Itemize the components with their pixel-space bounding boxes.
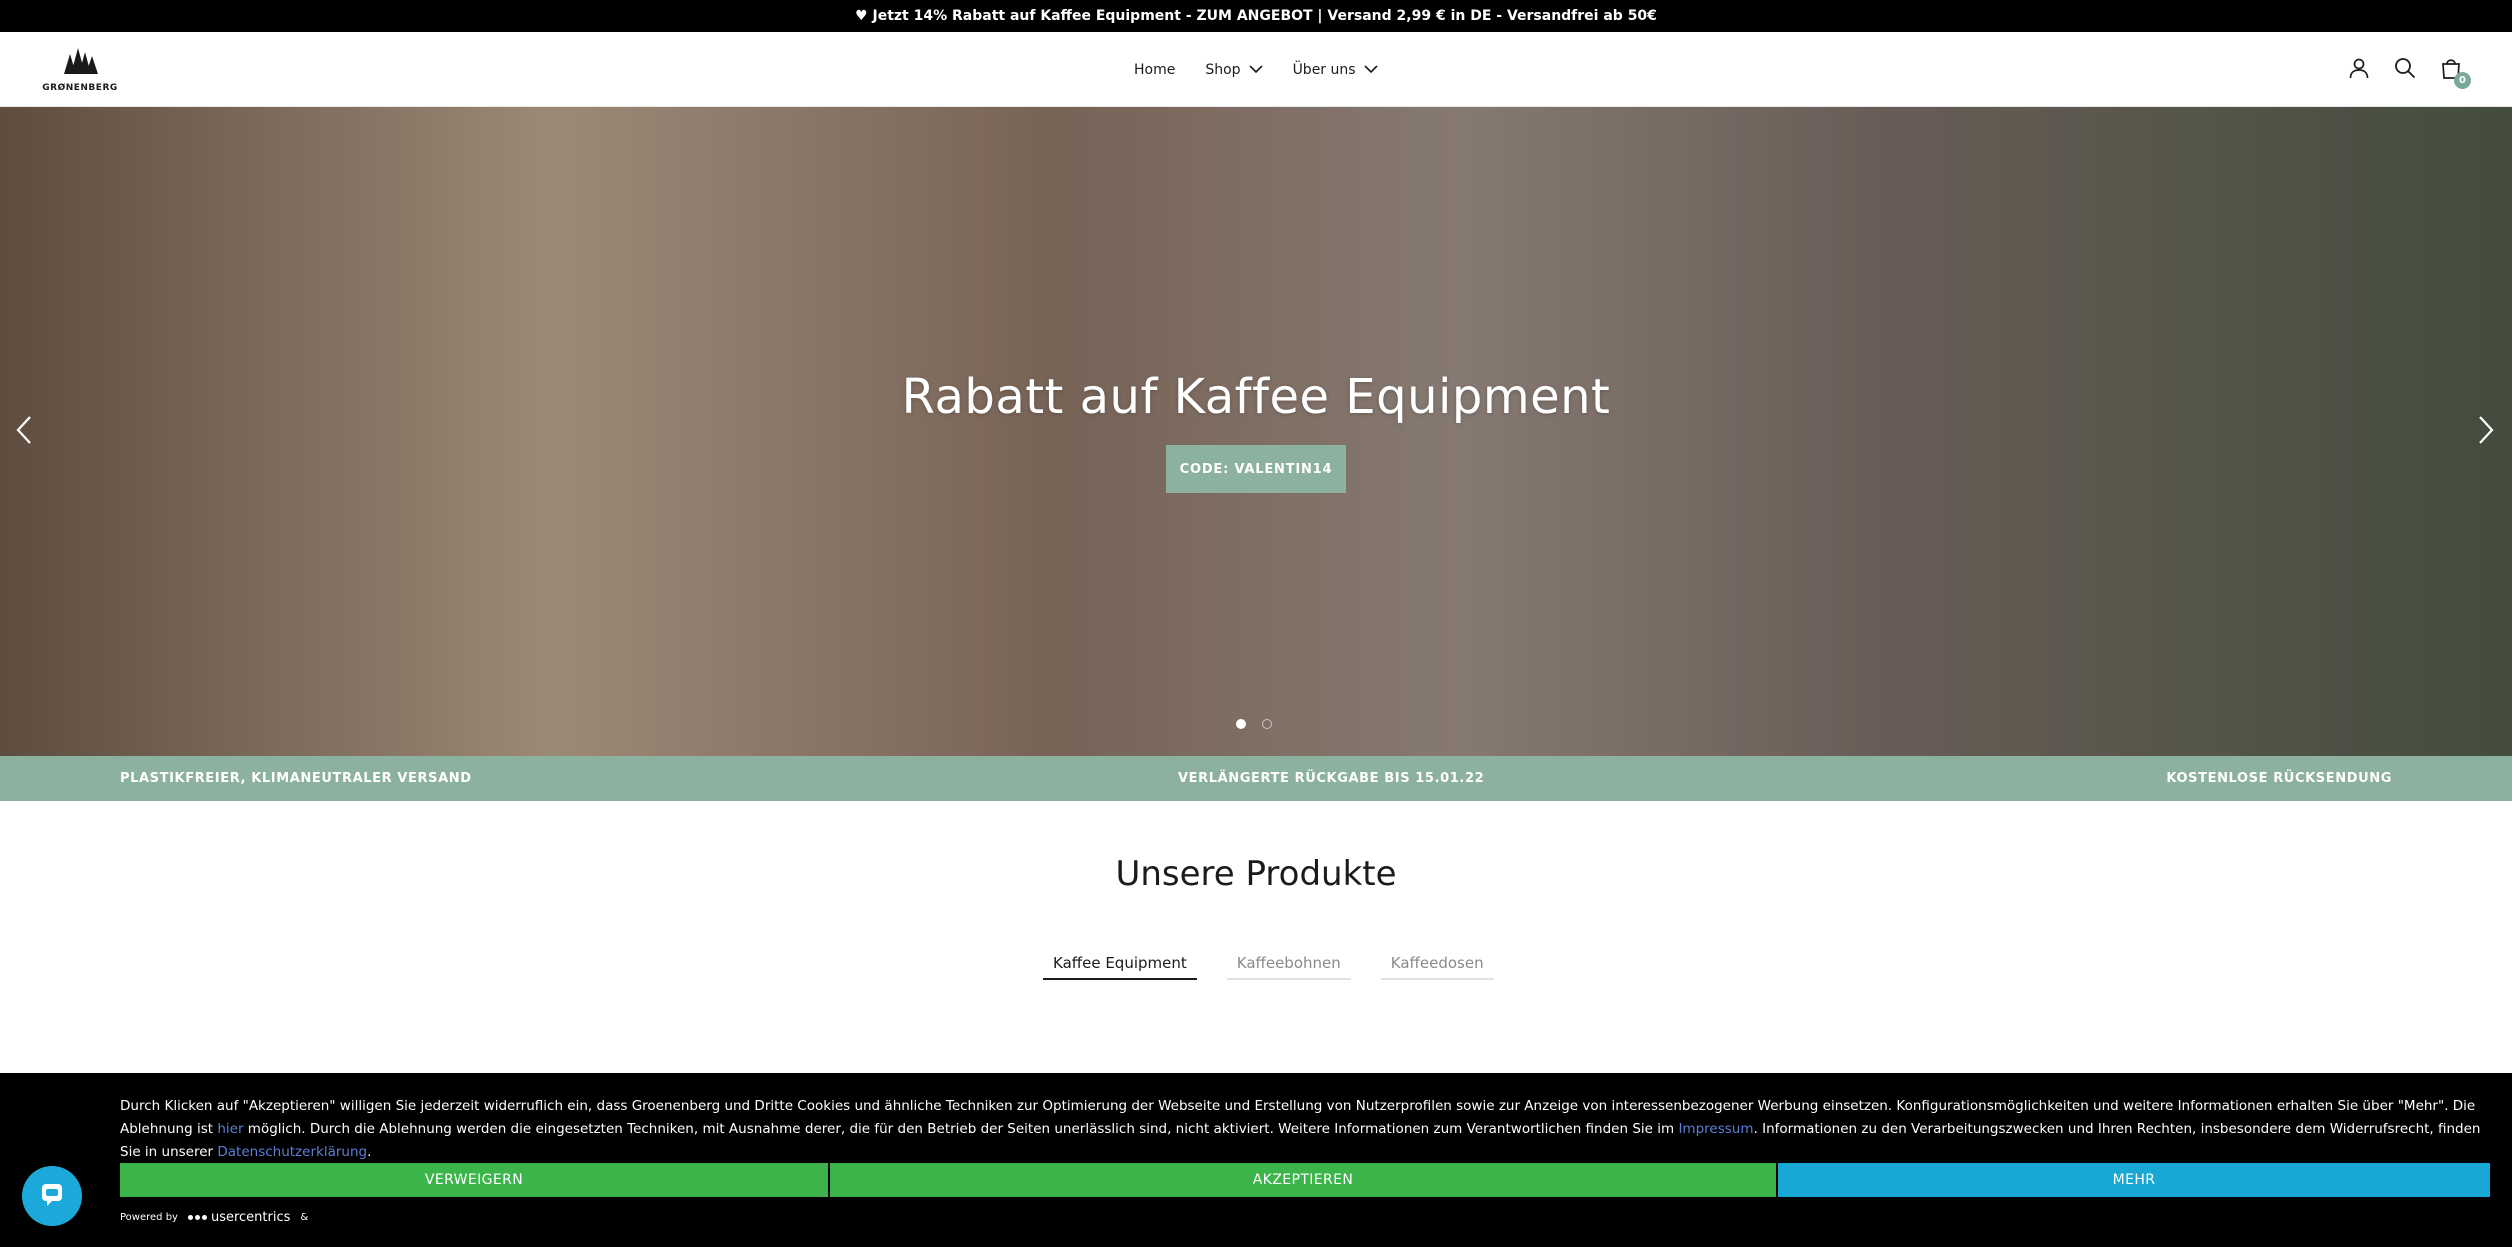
search-button[interactable] <box>2392 57 2418 83</box>
cookie-buttons: VERWEIGERN AKZEPTIEREN MEHR <box>120 1163 2490 1197</box>
tab-kaffeebohnen[interactable]: Kaffeebohnen <box>1226 950 1351 980</box>
cookie-accept-button[interactable]: AKZEPTIEREN <box>830 1163 1776 1197</box>
tab-kaffee-equipment[interactable]: Kaffee Equipment <box>1043 950 1197 980</box>
usp-item-returns-extended: VERLÄNGERTE RÜCKGABE BIS 15.01.22 <box>1178 771 1485 786</box>
cookie-reject-button[interactable]: VERWEIGERN <box>120 1163 828 1197</box>
slider-dots <box>1236 719 1272 729</box>
chevron-down-icon <box>1363 62 1378 78</box>
chat-widget-button[interactable] <box>22 1166 82 1226</box>
nav-label: Über uns <box>1292 61 1356 78</box>
hero-slider[interactable]: Rabatt auf Kaffee Equipment CODE: VALENT… <box>0 107 2512 756</box>
cookie-link-hier[interactable]: hier <box>217 1121 243 1137</box>
chat-icon <box>37 1179 67 1213</box>
nav-label: Home <box>1134 61 1176 78</box>
nav-item-shop[interactable]: Shop <box>1205 61 1263 78</box>
slider-dot[interactable] <box>1262 719 1272 729</box>
main-nav: Home Shop Über uns <box>1134 32 1378 107</box>
logo[interactable]: GRØNENBERG <box>42 44 117 98</box>
announcement-text[interactable]: ♥ Jetzt 14% Rabatt auf Kaffee Equipment … <box>855 8 1657 24</box>
nav-label: Shop <box>1205 61 1241 78</box>
account-button[interactable] <box>2346 57 2372 83</box>
cart-count-badge: 0 <box>2454 71 2471 89</box>
tab-kaffeedosen[interactable]: Kaffeedosen <box>1380 950 1494 980</box>
usercentrics-logo[interactable]: usercentrics <box>187 1210 291 1225</box>
cookie-text-part: . <box>367 1144 372 1160</box>
search-icon <box>2394 57 2416 83</box>
cookie-link-datenschutz[interactable]: Datenschutzerklärung <box>217 1144 367 1160</box>
cookie-text-part: möglich. Durch die Ablehnung werden die … <box>243 1121 1679 1137</box>
cookie-text: Durch Klicken auf "Akzeptieren" willigen… <box>120 1095 2490 1164</box>
usercentrics-icon <box>187 1215 207 1220</box>
hero-code-button[interactable]: CODE: VALENTIN14 <box>1166 445 1346 493</box>
hero-image <box>0 107 2512 756</box>
slider-dot[interactable] <box>1236 719 1246 729</box>
powered-by: Powered by usercentrics & <box>120 1210 308 1225</box>
announcement-bar[interactable]: ♥ Jetzt 14% Rabatt auf Kaffee Equipment … <box>0 0 2512 32</box>
product-tabs: Kaffee Equipment Kaffeebohnen Kaffeedose… <box>1043 950 1494 980</box>
logo-trees-icon <box>60 44 100 80</box>
usp-item-shipping: PLASTIKFREIER, KLIMANEUTRALER VERSAND <box>120 771 472 786</box>
logo-text: GRØNENBERG <box>42 83 118 93</box>
cookie-link-impressum[interactable]: Impressum <box>1678 1121 1753 1137</box>
cookie-more-button[interactable]: MEHR <box>1778 1163 2490 1197</box>
powered-by-label: Powered by <box>120 1212 178 1223</box>
powered-by-ampersand: & <box>300 1212 309 1223</box>
cookie-banner: Durch Klicken auf "Akzeptieren" willigen… <box>0 1073 2512 1247</box>
account-icon <box>2348 57 2370 83</box>
hero-heading: Rabatt auf Kaffee Equipment <box>901 369 1611 425</box>
usp-item-free-returns: KOSTENLOSE RÜCKSENDUNG <box>2166 771 2392 786</box>
usercentrics-brand: usercentrics <box>210 1210 291 1225</box>
cart-button[interactable]: 0 <box>2438 57 2471 89</box>
usp-bar: PLASTIKFREIER, KLIMANEUTRALER VERSAND VE… <box>0 756 2512 801</box>
products-title: Unsere Produkte <box>1115 854 1397 894</box>
nav-item-home[interactable]: Home <box>1134 62 1175 78</box>
nav-item-about[interactable]: Über uns <box>1293 62 1378 78</box>
site-header: GRØNENBERG Home Shop Über uns 0 <box>0 32 2512 107</box>
header-actions: 0 <box>2346 32 2471 107</box>
chevron-down-icon <box>1248 62 1263 78</box>
